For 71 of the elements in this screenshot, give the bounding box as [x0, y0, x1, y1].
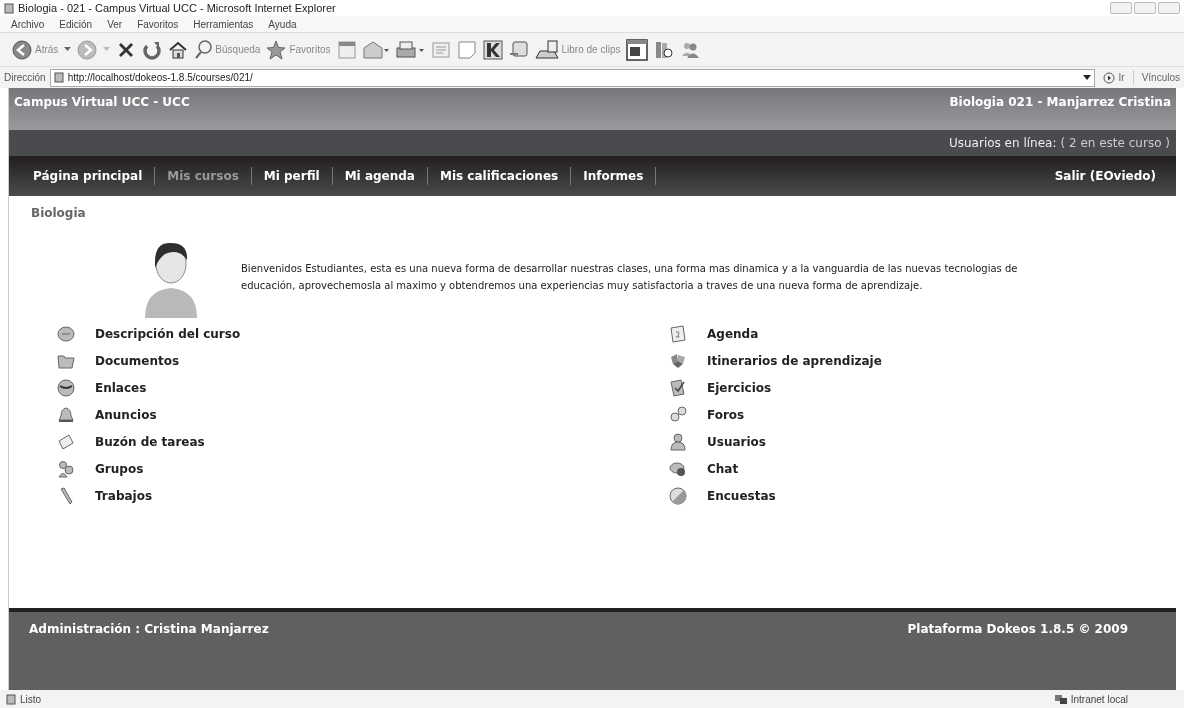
tool-link[interactable]: Itinerarios de aprendizaje [707, 351, 882, 370]
user-icon[interactable] [669, 432, 687, 451]
nav-tab[interactable]: Mis cursos [155, 167, 252, 185]
screenshot-icon[interactable] [626, 38, 649, 61]
menu-item[interactable]: Herramientas [193, 16, 254, 32]
tool-link[interactable]: Descripción del curso [95, 324, 241, 343]
nav-tab[interactable]: Página principal [21, 167, 156, 185]
page-icon [6, 693, 16, 705]
tool-link[interactable]: Anuncios [95, 405, 157, 424]
nav-tab[interactable]: Mi agenda [332, 167, 428, 185]
nav-tab[interactable]: Mi perfil [251, 167, 333, 185]
bell-icon[interactable] [57, 405, 75, 424]
calendar-icon[interactable] [669, 324, 687, 343]
network-icon [1053, 693, 1068, 705]
address-label: Dirección [4, 71, 46, 85]
calendar-icon[interactable] [336, 39, 357, 60]
page-icon [4, 2, 14, 14]
welcome-text: Bienvenidos Estudiantes, esta es una nueva forma de desarrollar nuestras clases, una forma mas dinamica y a la vanguardia de las nuevas tecnologias de educación, aprovechemosla al maximo y obtendremos una experiencias muy satisfactoria a traves de una nueva forma de aprendizaje. [241, 262, 1019, 293]
nav-tab[interactable]: Informes [571, 167, 657, 185]
menu-item[interactable]: Archivo [11, 16, 45, 32]
dropdown-arrow-icon[interactable] [1082, 74, 1091, 81]
home-icon[interactable] [168, 39, 189, 60]
pencil-icon[interactable] [57, 486, 75, 505]
refresh-icon[interactable] [142, 39, 163, 60]
course-title: Biologia 021 - Manjarrez Cristina [949, 94, 1171, 111]
k-icon[interactable] [482, 39, 503, 60]
chat-icon[interactable] [669, 459, 687, 478]
comment-bubble-icon[interactable] [57, 324, 75, 343]
tool-link[interactable]: Chat [707, 459, 739, 478]
tool-link[interactable]: Agenda [707, 324, 759, 343]
globe-icon[interactable] [57, 378, 75, 397]
breadcrumb[interactable]: Biologia [31, 204, 1154, 222]
group-icon[interactable] [57, 459, 75, 478]
printer-icon[interactable] [394, 39, 425, 60]
zone-text: Intranet local [1070, 692, 1128, 707]
admin-text: Administración : Cristina Manjarrez [29, 621, 269, 638]
pie-icon[interactable] [669, 486, 687, 505]
tool-link[interactable]: Usuarios [707, 432, 766, 451]
nav-tab[interactable]: Mis calificaciones [427, 167, 572, 185]
links-button[interactable]: Vínculos [1132, 70, 1180, 85]
favorites-icon [266, 39, 287, 60]
tool-link[interactable]: Enlaces [95, 378, 147, 397]
play-circle-icon [1102, 71, 1115, 84]
clipbook-icon [534, 39, 559, 60]
search-icon [194, 39, 213, 60]
library-search-icon[interactable] [654, 39, 675, 60]
tool-link[interactable]: Grupos [95, 459, 144, 478]
tool-link[interactable]: Ejercicios [707, 378, 772, 397]
tool-link[interactable]: Trabajos [95, 486, 153, 505]
tool-link[interactable]: Encuestas [707, 486, 776, 505]
online-users-label: Usuarios en línea: [948, 135, 1057, 152]
clipboard-check-icon[interactable] [669, 378, 687, 397]
back-icon [12, 39, 32, 60]
envelope-icon[interactable] [57, 432, 75, 451]
menu-item[interactable]: Edición [59, 16, 93, 32]
menu-item[interactable]: Ayuda [268, 16, 297, 32]
tool-link[interactable]: Foros [707, 405, 745, 424]
platform-text: Plataforma Dokeos 1.8.5 © 2009 [907, 621, 1128, 638]
tool-link[interactable]: Buzón de tareas [95, 432, 205, 451]
go-button[interactable]: Ir [1098, 70, 1129, 85]
menu-item[interactable]: Ver [107, 16, 123, 32]
status-text: Listo [20, 692, 42, 707]
logout-link[interactable]: Salir (EOviedo) [1054, 167, 1156, 185]
menu-item[interactable]: Favoritos [137, 16, 179, 32]
window-title: Biologia - 021 - Campus Virtual UCC - Microsoft Internet Explorer [18, 0, 336, 16]
address-field[interactable]: http://localhost/dokeos-1.8.5/courses/021/ [49, 68, 1095, 87]
online-users-count: ( 2 en este curso ) [1060, 135, 1170, 152]
forward-button[interactable] [77, 39, 98, 60]
page-icon [53, 72, 64, 83]
tool-link[interactable]: Documentos [95, 351, 180, 370]
site-title[interactable]: Campus Virtual UCC - UCC [14, 93, 190, 111]
